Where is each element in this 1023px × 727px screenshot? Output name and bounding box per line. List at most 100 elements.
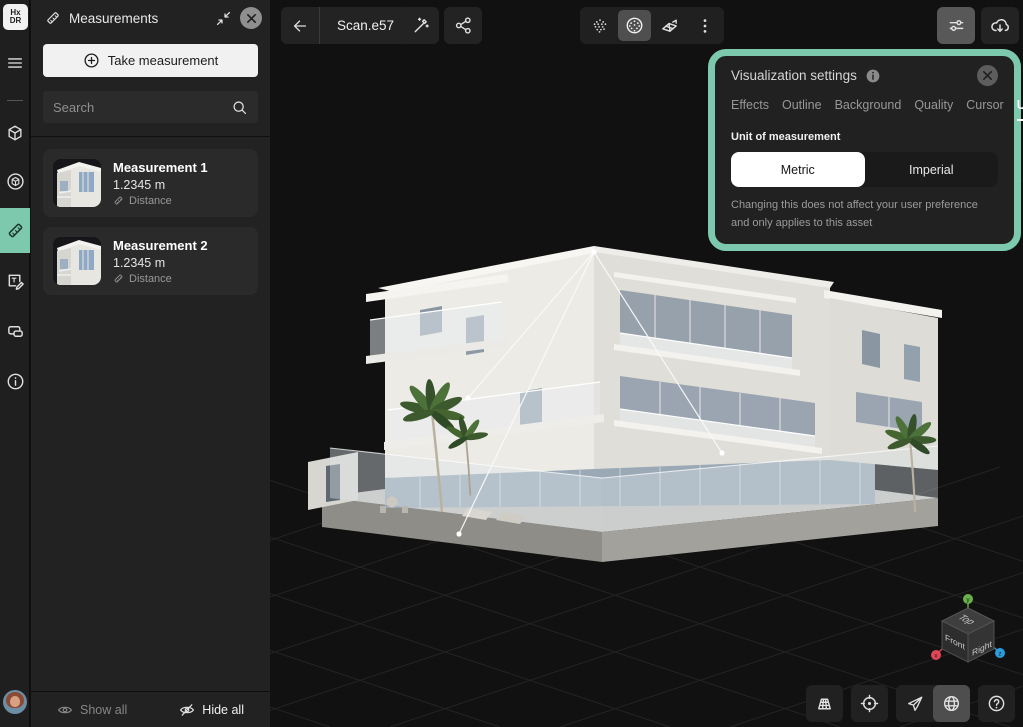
measurement-list-item[interactable]: Measurement 2 1.2345 m Distance (43, 227, 258, 295)
measurement-thumbnail (53, 237, 101, 285)
close-icon (982, 70, 993, 81)
ground-grid-icon (815, 694, 834, 713)
view-mode-points-sphere-button[interactable] (618, 10, 651, 41)
collapse-panel-icon[interactable] (215, 10, 232, 27)
hxdr-logo[interactable]: Hx DR (3, 4, 28, 30)
back-button[interactable] (281, 7, 320, 44)
scene-title: Scan.e57 (320, 7, 411, 44)
take-measurement-button[interactable]: Take measurement (43, 44, 258, 77)
annotate-tool-button[interactable] (0, 266, 30, 296)
view-mode-group (580, 7, 724, 44)
panel-close-button[interactable] (240, 7, 262, 29)
app-window: Scan.e57 (0, 0, 1023, 727)
ground-grid-button[interactable] (806, 685, 843, 722)
popup-tabs: Effects Outline Background Quality Curso… (715, 86, 1014, 121)
measurement-name: Measurement 2 (113, 238, 208, 253)
imperial-option[interactable]: Imperial (865, 152, 999, 187)
cube-in-circle-icon (6, 172, 25, 191)
visualization-settings-popup: Visualization settings Effects Outline B… (708, 49, 1021, 251)
popup-title: Visualization settings (731, 68, 857, 83)
view-cube[interactable]: Top Front Right y x z (928, 594, 1012, 670)
user-avatar[interactable] (3, 690, 27, 714)
search-input[interactable] (53, 100, 231, 115)
measurement-value: 1.2345 m (113, 256, 208, 270)
view-mode-points-button[interactable] (583, 10, 616, 41)
hamburger-menu-icon (6, 54, 24, 72)
measurement-name: Measurement 1 (113, 160, 208, 175)
fly-mode-button[interactable] (896, 685, 933, 722)
measurement-list: Measurement 1 1.2345 m Distance (31, 137, 270, 307)
close-icon (246, 13, 257, 24)
scene-title-bar: Scan.e57 (281, 7, 411, 44)
building-model (308, 246, 942, 562)
mesh-icon (660, 16, 679, 35)
model-view-button[interactable] (0, 118, 30, 148)
sliders-icon (947, 16, 966, 35)
panel-header: Measurements (31, 0, 270, 36)
svg-text:z: z (998, 651, 1001, 658)
visualization-settings-button[interactable] (937, 7, 975, 44)
axis-y-ball[interactable]: y (963, 594, 973, 604)
orbit-mode-button[interactable] (933, 685, 970, 722)
measurement-type: Distance (129, 273, 172, 285)
ruler-icon (45, 10, 61, 26)
magic-wand-button[interactable] (401, 7, 439, 44)
axis-x-ball[interactable]: x (931, 650, 941, 660)
plus-circle-icon (83, 52, 100, 69)
tab-effects[interactable]: Effects (731, 98, 769, 121)
tab-quality[interactable]: Quality (914, 98, 953, 121)
view-mode-mesh-button[interactable] (653, 10, 686, 41)
measurements-panel: Measurements Take measurement (31, 0, 270, 727)
view-mode-more-button[interactable] (688, 10, 721, 41)
search-icon[interactable] (231, 99, 248, 116)
measure-tool-button[interactable] (0, 208, 30, 253)
measurement-type: Distance (129, 195, 172, 207)
info-panel-button[interactable] (0, 366, 30, 396)
axis-z-ball[interactable]: z (995, 648, 1005, 658)
points-icon (591, 17, 609, 35)
panel-title: Measurements (69, 11, 207, 26)
tab-cursor[interactable]: Cursor (966, 98, 1004, 121)
measurement-thumbnail (53, 159, 101, 207)
paper-plane-icon (906, 695, 924, 713)
cube-icon (6, 124, 24, 142)
share-icon (454, 16, 473, 35)
stacked-scans-icon (6, 322, 25, 341)
main-menu-button[interactable] (0, 48, 30, 78)
magic-wand-icon (411, 16, 430, 35)
unit-section-label: Unit of measurement (715, 121, 1014, 143)
tab-background[interactable]: Background (835, 98, 902, 121)
cloud-download-icon (990, 16, 1010, 36)
recenter-button[interactable] (851, 685, 888, 722)
measurement-list-item[interactable]: Measurement 1 1.2345 m Distance (43, 149, 258, 217)
metric-option[interactable]: Metric (731, 152, 865, 187)
bottom-toolbar (806, 685, 1015, 722)
info-icon[interactable] (865, 68, 881, 84)
eye-icon (57, 702, 73, 718)
tab-outline[interactable]: Outline (782, 98, 822, 121)
globe-icon (942, 694, 961, 713)
back-arrow-icon (291, 17, 309, 35)
hide-all-button[interactable]: Hide all (179, 702, 244, 718)
search-box (43, 91, 258, 123)
measurement-value: 1.2345 m (113, 178, 208, 192)
ruler-icon (113, 273, 124, 284)
model-context-button[interactable] (0, 166, 30, 196)
share-button[interactable] (444, 7, 482, 44)
panel-footer: Show all Hide all (31, 691, 270, 727)
scans-list-button[interactable] (0, 316, 30, 346)
ruler-icon (6, 221, 25, 240)
kebab-menu-icon (696, 17, 714, 35)
popup-close-button[interactable] (977, 65, 998, 86)
viewport-3d[interactable]: Scan.e57 (270, 0, 1023, 727)
tab-units[interactable]: Units (1017, 98, 1023, 121)
show-all-button[interactable]: Show all (57, 702, 127, 718)
help-button[interactable] (978, 685, 1015, 722)
ruler-icon (113, 195, 124, 206)
unit-segmented-control: Metric Imperial (731, 152, 998, 187)
navigation-mode-group (896, 685, 970, 722)
popup-caption: Changing this does not affect your user … (715, 187, 1014, 232)
download-button[interactable] (981, 7, 1019, 44)
text-annotation-icon (6, 272, 25, 291)
points-sphere-icon (625, 16, 644, 35)
